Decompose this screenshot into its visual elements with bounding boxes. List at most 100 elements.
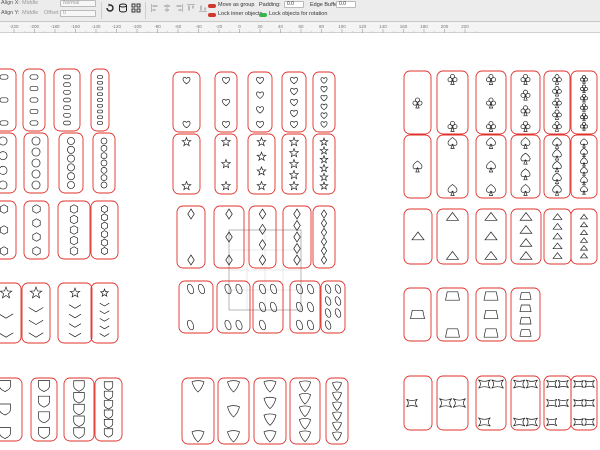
bean-tile[interactable] <box>252 280 284 334</box>
bean-tile[interactable] <box>216 280 251 334</box>
guitar-pick-tile[interactable] <box>325 377 349 445</box>
design-canvas[interactable] <box>0 33 600 450</box>
star-tile[interactable] <box>312 133 336 195</box>
guitar-pick-tile[interactable] <box>181 377 215 445</box>
edge-buffer-input[interactable]: 0.0 <box>336 1 356 8</box>
spade-tile[interactable] <box>543 134 571 199</box>
shield-tile[interactable] <box>0 377 23 442</box>
offset-input[interactable]: 0 <box>60 10 96 17</box>
horizontal-ruler[interactable]: -220 -200 -180 -160 -140 -120 -100 -80 -60 -40 -20… <box>0 22 600 33</box>
tile-outline <box>30 377 58 442</box>
triangle-tile[interactable] <box>436 208 469 265</box>
tile-outline <box>172 133 201 195</box>
guitar-pick-tile[interactable] <box>217 377 250 445</box>
padding-label: Padding: <box>259 2 281 8</box>
circle-tile[interactable] <box>92 132 116 194</box>
align-x-value[interactable]: Middle <box>22 0 38 6</box>
heart-tile[interactable] <box>247 71 273 133</box>
triangle-tile[interactable] <box>570 208 598 265</box>
x-shape-tile[interactable] <box>436 375 469 431</box>
guitar-pick-tile[interactable] <box>289 377 321 445</box>
align-left-icon[interactable] <box>150 3 160 13</box>
align-bottom-icon[interactable] <box>198 3 208 13</box>
triangle-tile[interactable] <box>543 208 572 265</box>
diamond-tile[interactable] <box>248 205 277 269</box>
lock-rotation-toggle[interactable] <box>259 13 267 17</box>
bean-tile[interactable] <box>320 280 346 334</box>
club-tile[interactable] <box>403 70 432 135</box>
diamond-tile[interactable] <box>176 205 206 269</box>
hexagon-tile[interactable] <box>90 200 119 260</box>
hexagon-tile[interactable] <box>0 200 17 260</box>
chevron-star-tile[interactable] <box>57 282 93 344</box>
grid-icon[interactable] <box>131 3 141 13</box>
x-shape-tile[interactable] <box>475 375 507 431</box>
shield-tile[interactable] <box>63 377 95 442</box>
circle-tile[interactable] <box>0 132 17 194</box>
circle-tile[interactable] <box>58 132 84 194</box>
chevron-star-tile[interactable] <box>90 282 119 344</box>
star-tile[interactable] <box>172 133 201 195</box>
align-right-icon[interactable] <box>174 3 184 13</box>
trapezoid-tile[interactable] <box>510 287 541 342</box>
club-tile[interactable] <box>475 70 507 135</box>
cylinder-icon[interactable] <box>118 3 128 13</box>
shield-tile[interactable] <box>94 377 123 442</box>
x-shape-tile[interactable] <box>510 375 541 431</box>
align-y-value[interactable]: Middle <box>22 10 38 16</box>
circle-tile[interactable] <box>23 132 49 194</box>
club-tile[interactable] <box>510 70 541 135</box>
trapezoid-tile[interactable] <box>436 287 469 342</box>
lock-inner-toggle[interactable] <box>208 13 216 17</box>
x-shape-tile[interactable] <box>570 375 598 431</box>
tile-outline <box>281 71 307 133</box>
club-tile[interactable] <box>570 70 598 135</box>
trapezoid-tile[interactable] <box>475 287 507 342</box>
heart-tile[interactable] <box>214 71 238 133</box>
chevron-star-tile[interactable] <box>0 282 22 344</box>
tile-outline <box>248 205 277 269</box>
padding-input[interactable]: 0.0 <box>284 1 304 8</box>
move-as-group-toggle[interactable] <box>208 4 216 8</box>
chevron-star-tile[interactable] <box>21 282 51 344</box>
hexagon-tile[interactable] <box>23 200 50 260</box>
tile-outline <box>181 377 215 445</box>
move-as-group-label: Move as group <box>218 2 255 8</box>
spade-tile[interactable] <box>403 134 432 199</box>
triangle-tile[interactable] <box>510 208 542 265</box>
spade-tile[interactable] <box>436 134 469 199</box>
align-center-icon[interactable] <box>162 3 172 13</box>
tile-outline <box>214 71 238 133</box>
tile-outline <box>436 208 469 265</box>
spade-tile[interactable] <box>510 134 541 199</box>
oval-tile[interactable] <box>53 68 81 132</box>
star-tile[interactable] <box>281 133 307 195</box>
club-tile[interactable] <box>543 70 571 135</box>
oval-tile[interactable] <box>22 68 46 132</box>
heart-tile[interactable] <box>281 71 307 133</box>
shield-tile[interactable] <box>30 377 58 442</box>
blend-mode-select[interactable]: Normal <box>60 0 96 7</box>
diamond-tile[interactable] <box>282 205 312 269</box>
star-tile[interactable] <box>214 133 238 195</box>
spade-tile[interactable] <box>475 134 507 199</box>
bean-tile[interactable] <box>178 280 214 334</box>
rotate-icon[interactable] <box>105 3 115 13</box>
club-tile[interactable] <box>436 70 469 135</box>
oval-tile[interactable] <box>0 68 17 132</box>
hexagon-tile[interactable] <box>57 200 91 260</box>
triangle-tile[interactable] <box>475 208 507 265</box>
trapezoid-tile[interactable] <box>403 287 432 342</box>
triangle-tile[interactable] <box>403 208 433 265</box>
oval-tile[interactable] <box>90 68 110 132</box>
bean-tile[interactable] <box>289 280 321 334</box>
x-shape-tile[interactable] <box>403 375 433 431</box>
guitar-pick-tile[interactable] <box>253 377 287 445</box>
align-top-icon[interactable] <box>186 3 196 13</box>
heart-tile[interactable] <box>172 71 201 133</box>
spade-tile[interactable] <box>570 134 598 199</box>
star-tile[interactable] <box>247 133 276 195</box>
diamond-tile[interactable] <box>312 205 336 269</box>
heart-tile[interactable] <box>312 71 336 133</box>
x-shape-tile[interactable] <box>543 375 572 431</box>
